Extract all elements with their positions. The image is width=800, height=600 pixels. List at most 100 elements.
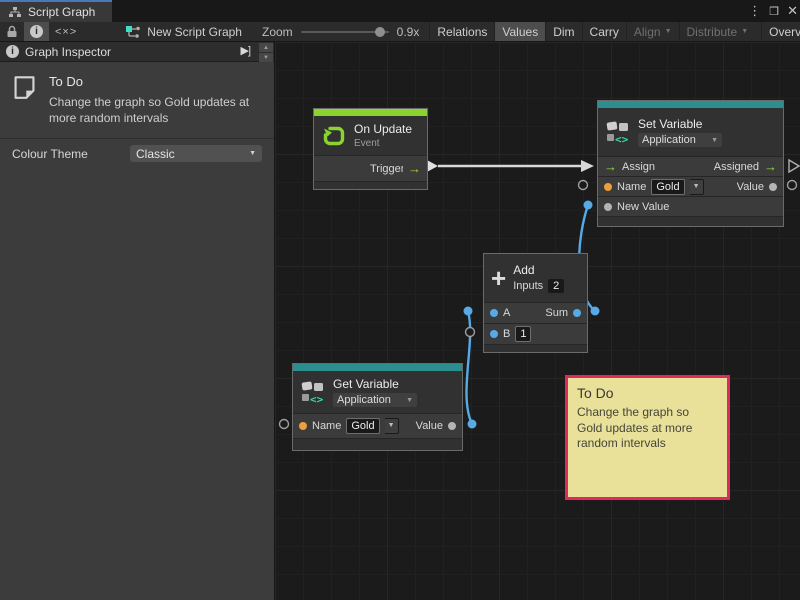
close-icon[interactable]: ✕ [787,3,798,19]
value-port-dot[interactable] [448,422,456,430]
align-button[interactable]: Align ▼ [626,22,679,42]
variable-scope-dropdown[interactable]: Application ▼ [638,133,722,147]
dim-button[interactable]: Dim [545,22,581,42]
get-variable-node[interactable]: <> Get Variable Application ▼ Name Gold … [292,363,463,451]
scroll-up-icon[interactable]: ▲ [259,43,273,52]
b-port-label: B [503,328,510,340]
zoom-label: Zoom [262,25,293,39]
colour-theme-dropdown[interactable]: Classic ▼ [130,145,262,162]
svg-text:<>: <> [310,393,324,405]
svg-text:<>: <> [615,133,629,145]
name-port-dot[interactable] [299,422,307,430]
value-wire-value-to-a[interactable] [466,311,472,424]
node-footer [293,438,462,450]
distribute-label: Distribute [687,25,738,39]
getname-input-port-marker[interactable] [280,420,289,429]
zoom-value: 0.9x [397,25,420,39]
dim-label: Dim [553,25,574,39]
script-graph-window: Script Graph ⋮ ❒ ✕ i <×> New Script Grap… [0,0,800,600]
variable-name-value[interactable]: Gold [651,179,684,195]
todo-title: To Do [49,74,264,89]
lock-button[interactable] [0,22,24,42]
node-title: On Update [354,122,412,136]
graph-tab-icon [8,6,22,18]
flow-arrow-icon[interactable]: → [764,160,777,173]
inputs-count-stepper[interactable]: 2 [548,279,564,293]
add-node[interactable]: + Add Inputs 2 A Sum B [483,253,588,353]
inputs-label: Inputs [513,280,543,292]
info-icon: i [30,25,43,38]
plus-icon: + [491,267,506,289]
sticky-note-icon [12,72,37,104]
maximize-icon[interactable]: ❒ [769,5,779,18]
sticky-note[interactable]: To Do Change the graph so Gold updates a… [565,375,730,500]
relations-button[interactable]: Relations [429,22,494,42]
a-input-port-marker[interactable] [464,307,473,316]
chevron-down-icon: ▼ [406,397,413,404]
lock-icon [6,25,18,38]
value-port-dot[interactable] [769,183,777,191]
scroll-down-icon[interactable]: ▼ [259,53,273,62]
assigned-output-port-marker[interactable] [789,160,799,172]
name-port-label: Name [312,420,341,432]
newvalue-input-port-marker[interactable] [584,201,593,210]
variable-name-dropdown[interactable]: ▼ [385,418,399,434]
variable-name-value[interactable]: Gold [346,418,379,434]
new-value-port-label: New Value [617,201,669,213]
zoom-slider[interactable] [301,31,389,33]
on-update-node[interactable]: On Update Event Trigger → [313,108,428,190]
setvalue-output-port-marker[interactable] [788,181,797,190]
values-label: Values [502,25,538,39]
chevron-down-icon: ▼ [741,28,748,35]
assigned-port-label: Assigned [714,161,759,173]
window-menu-icon[interactable]: ⋮ [748,3,761,19]
variable-scope-dropdown[interactable]: Application ▼ [333,393,417,407]
a-port-label: A [503,307,510,319]
trigger-port-label: Trigger [370,163,403,175]
sticky-note-line: Change the graph so [577,405,718,421]
new-value-port-dot[interactable] [604,203,612,211]
chevron-down-icon: ▼ [249,150,256,157]
getvalue-output-port-marker[interactable] [468,420,477,429]
dock-panel-icon[interactable]: ▶] [240,44,250,57]
b-value-field[interactable]: 1 [515,326,531,342]
info-icon: i [6,45,19,58]
distribute-button[interactable]: Distribute▼ [679,22,756,42]
assign-port-label: Assign [622,161,655,173]
flow-arrow-icon[interactable]: → [604,160,617,173]
sum-output-port-marker[interactable] [591,307,600,316]
code-icon: <×> [55,26,77,38]
variable-name-dropdown[interactable]: ▼ [690,179,704,195]
carry-button[interactable]: Carry [582,22,626,42]
new-script-graph-label: New Script Graph [147,25,242,39]
align-label: Align [634,25,661,39]
code-preview-button[interactable]: <×> [49,22,83,42]
setname-input-port-marker[interactable] [579,181,588,190]
carry-label: Carry [590,25,619,39]
inspector-toggle-button[interactable]: i [24,22,49,42]
values-button[interactable]: Values [494,22,545,42]
a-port-dot[interactable] [490,309,498,317]
node-footer [314,181,427,189]
chevron-down-icon: ▼ [665,28,672,35]
graph-inspector-title: Graph Inspector [25,45,111,59]
variable-colorbar [293,364,462,371]
name-port-dot[interactable] [604,183,612,191]
zoom-slider-handle[interactable] [375,27,385,37]
value-port-label: Value [416,420,443,432]
tab-script-graph[interactable]: Script Graph [0,0,112,22]
update-loop-icon [321,123,347,149]
flow-arrow-icon[interactable]: → [408,162,421,175]
new-script-graph-button[interactable]: New Script Graph [119,22,248,42]
colour-theme-label: Colour Theme [12,147,130,161]
panel-scrollbar[interactable]: ▲ ▼ [259,43,273,62]
event-colorbar [314,109,427,116]
overview-button[interactable]: Overview [761,22,800,42]
tab-label: Script Graph [28,5,95,19]
set-variable-node[interactable]: <> Set Variable Application ▼ → Assign A… [597,100,784,227]
b-port-dot[interactable] [490,330,498,338]
graph-canvas[interactable]: On Update Event Trigger → <> Set Variabl… [275,42,800,600]
b-input-port-marker[interactable] [466,328,475,337]
node-footer [484,344,587,352]
sum-port-dot[interactable] [573,309,581,317]
